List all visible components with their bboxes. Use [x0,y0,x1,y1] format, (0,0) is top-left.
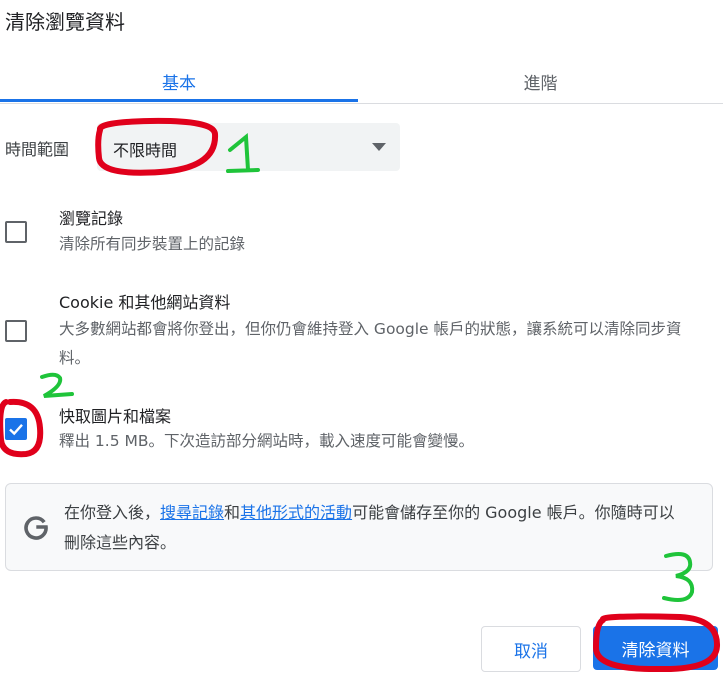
item-desc-browsing-history: 清除所有同步裝置上的記錄 [59,235,246,253]
tab-basic[interactable]: 基本 [0,60,358,102]
cancel-button[interactable]: 取消 [481,626,581,672]
account-info-text: 在你登入後，搜尋記錄和其他形式的活動可能會儲存至你的 Google 帳戶。你隨時… [64,498,689,558]
account-info-box: 在你登入後，搜尋記錄和其他形式的活動可能會儲存至你的 Google 帳戶。你隨時… [5,483,713,571]
tab-selected-indicator [0,99,358,102]
info-prefix: 在你登入後， [64,503,161,522]
dialog-title: 清除瀏覽資料 [5,10,125,34]
clear-data-button[interactable]: 清除資料 [593,626,718,670]
item-title-cached-images: 快取圖片和檔案 [59,407,172,426]
item-desc-cached-images: 釋出 1.5 MB。下次造訪部分網站時，載入速度可能會變慢。 [59,432,475,450]
checkmark-icon [9,423,23,436]
chevron-down-icon [372,143,386,151]
search-history-link[interactable]: 搜尋記錄 [160,503,224,522]
checkbox-cached-images[interactable] [5,418,27,440]
item-desc-cookies: 大多數網站都會將你登出，但你仍會維持登入 Google 帳戶的狀態，讓系統可以清… [59,320,682,367]
item-title-cookies: Cookie 和其他網站資料 [59,293,231,312]
tabs-divider [0,103,723,104]
google-g-icon [24,516,48,540]
annotation-step-2 [40,372,74,398]
checkbox-browsing-history[interactable] [5,221,27,243]
info-middle: 和 [224,503,241,522]
tab-advanced[interactable]: 進階 [358,60,723,102]
item-title-browsing-history: 瀏覽記錄 [59,209,124,228]
time-range-select[interactable]: 不限時間 [97,123,400,171]
other-activity-link[interactable]: 其他形式的活動 [240,503,352,522]
time-range-label: 時間範圍 [5,140,70,159]
time-range-value: 不限時間 [113,141,178,160]
checkbox-cookies[interactable] [5,320,27,342]
